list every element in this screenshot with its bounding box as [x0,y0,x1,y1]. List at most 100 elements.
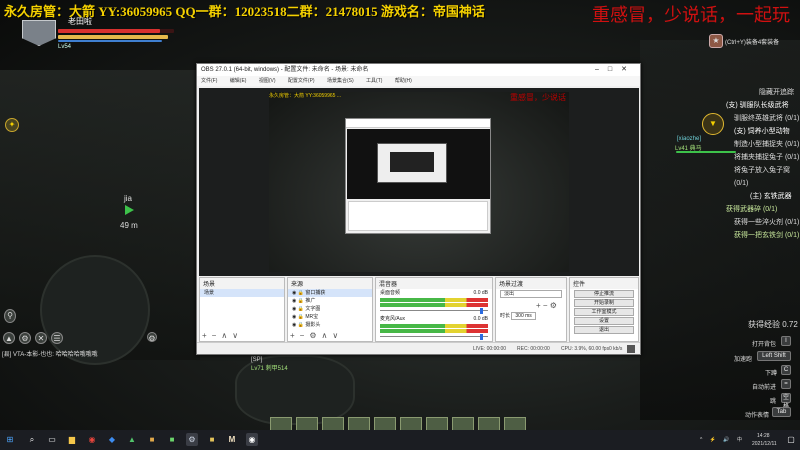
menu-view[interactable]: 视图(V) [259,78,276,84]
app-icon-2[interactable]: ▲ [126,433,138,446]
keybind-label: 打开背包 [752,342,777,348]
transitions-panel: 场景过渡 淡出 + − ⚙ 时长 300 ms [495,277,567,342]
controls-panel: 控件 停止推流 开始录制 工作室模式 设置 退出 [569,277,639,342]
system-tray-icons[interactable]: ^ ⚡ 🔊 中 [700,436,745,443]
search-icon[interactable]: ⌕ [26,433,38,446]
obs-preview[interactable]: 永久房管：大箭 YY:36059965 ... 重感冒，少说话 [199,88,639,276]
obs-title: OBS 27.0.1 (64-bit, windows) - 配置文件: 未命名… [201,67,369,73]
volume-slider[interactable] [380,308,488,314]
menu-profile[interactable]: 配置文件(P) [288,78,315,84]
hotbar-slot[interactable] [426,417,448,430]
taskbar-date: 2021/12/11 [752,441,777,447]
scene-item[interactable]: 场景 [200,289,284,297]
windows-start-icon[interactable]: ⊞ [4,433,16,446]
hotbar-slot[interactable] [400,417,422,430]
volume-slider[interactable] [380,334,488,340]
keybind-label: 加速跑 [734,357,753,363]
stamina-bar [58,35,168,39]
source-item[interactable]: ◉ 🔒 MR宝 [288,313,372,321]
transition-add-remove[interactable]: + − ⚙ [496,301,566,310]
quest-item: (支) 饲养小型动物 [734,128,790,135]
scenes-panel: 场景 场景 +−∧∨ [199,277,285,342]
keybind-key: = [781,379,791,389]
menu-help[interactable]: 帮助(H) [395,78,412,84]
notifications-icon[interactable]: ▢ [786,433,796,446]
app-icon-5[interactable]: ■ [206,433,218,446]
marker-name: jia [124,194,133,203]
location-pin-icon[interactable]: ⚲ [4,309,16,323]
waypoint-flag-icon [125,205,134,215]
stop-streaming-button[interactable]: 停止推流 [574,290,634,298]
compass-icon[interactable]: ✦ [5,118,19,132]
source-item[interactable]: ◉ 🔒 窗口捕获 [288,289,372,297]
source-item[interactable]: ◉ 🔒 摄影头 [288,321,372,329]
quest-item: 获得一些淬火剂 (0/1) [734,219,800,226]
close-icon[interactable]: ✕ [35,332,47,344]
transition-duration: 时长 300 ms [496,312,566,320]
npc2-level: Lv71 刺甲514 [251,366,288,372]
preview-banner-right: 重感冒，少说话 [510,93,566,102]
window-controls[interactable]: –□✕ [595,64,636,76]
menu-tools[interactable]: 工具(T) [366,78,382,84]
hotbar-slot[interactable] [374,417,396,430]
obs-titlebar[interactable]: OBS 27.0.1 (64-bit, windows) - 配置文件: 未命名… [197,64,640,76]
menu-scene-collection[interactable]: 场景集合(S) [327,78,354,84]
action-icon-4[interactable]: ☰ [51,332,63,344]
app-icon-6[interactable]: M [226,433,238,446]
chat-settings-icon[interactable]: ⚙ [147,332,157,343]
studio-mode-button[interactable]: 工作室模式 [574,308,634,316]
settings-button[interactable]: 设置 [574,317,634,325]
app-icon-4[interactable]: ■ [166,433,178,446]
hotbar-slot[interactable] [452,417,474,430]
file-explorer-icon[interactable]: ▆ [66,433,78,446]
source-item[interactable]: ◉ 🔒 文字图 [288,305,372,313]
hotbar-slot[interactable] [322,417,344,430]
action-icon-2[interactable]: ⚙ [19,332,31,344]
keybind-label: 自动前进 [752,385,777,391]
rec-time: REC: 00:00:00 [517,346,550,352]
mixer-panel: 混音器 桌面音频 0.0 dB 麦克风/Aux 0.0 dB [375,277,493,342]
quest-item: (主) 玄铁武器 [750,193,792,200]
hotbar-slot[interactable] [504,417,526,430]
task-view-icon[interactable]: ▭ [46,433,58,446]
buff-icon[interactable]: ★ [709,34,723,48]
npc-name: [xiaozhe] [677,136,702,142]
exit-button[interactable]: 退出 [574,326,634,334]
preview-image: 永久房管：大箭 YY:36059965 ... 重感冒，少说话 [269,92,569,272]
mana-bar [58,40,162,42]
source-toolbar[interactable]: +−⚙∧∨ [290,331,343,340]
scene-toolbar[interactable]: +−∧∨ [202,331,243,340]
app-icon-3[interactable]: ■ [146,433,158,446]
obs-window[interactable]: OBS 27.0.1 (64-bit, windows) - 配置文件: 未命名… [196,63,641,355]
chrome-icon[interactable]: ◉ [86,433,98,446]
stream-status-indicator [627,345,635,353]
player-portrait [22,20,56,46]
hotbar-slot[interactable] [270,417,292,430]
source-item[interactable]: ◉ 🔒 推广 [288,297,372,305]
audio-meter [380,298,488,302]
keybind-key: I [781,336,791,346]
hotbar-slot[interactable] [348,417,370,430]
hotbar-slot[interactable] [296,417,318,430]
menu-file[interactable]: 文件(F) [201,78,217,84]
controls-title: 控件 [570,278,638,289]
obs-menubar: 文件(F) 编辑(E) 视图(V) 配置文件(P) 场景集合(S) 工具(T) … [197,76,640,86]
audio-meter [380,329,488,333]
app-icon-1[interactable]: ◆ [106,433,118,446]
quest-tracker[interactable]: 隐藏开追踪 (支) 驯服队长级武将 驯服终英雄武将 (0/1) (支) 饲养小型… [704,86,800,242]
hotbar-slot[interactable] [478,417,500,430]
obs-taskbar-icon[interactable]: ◉ [246,433,258,446]
steam-icon[interactable]: ⚙ [186,433,198,446]
transition-type-select[interactable]: 淡出 [500,290,562,298]
keybind-key: 空格 [781,393,791,410]
start-recording-button[interactable]: 开始录制 [574,299,634,307]
menu-edit[interactable]: 编辑(E) [230,78,247,84]
quest-item: 驯服终英雄武将 (0/1) [734,115,800,122]
duration-input[interactable]: 300 ms [511,312,536,320]
exp-gain-text: 获得经验 0.72 [748,320,798,329]
quest-item: (支) 驯服队长级武将 [726,102,789,109]
action-icon-1[interactable]: ▲ [3,332,15,344]
stream-banner-right: 重感冒，少说话，一起玩 [592,5,790,25]
audio-meter [380,324,488,328]
audio-meter [380,303,488,307]
